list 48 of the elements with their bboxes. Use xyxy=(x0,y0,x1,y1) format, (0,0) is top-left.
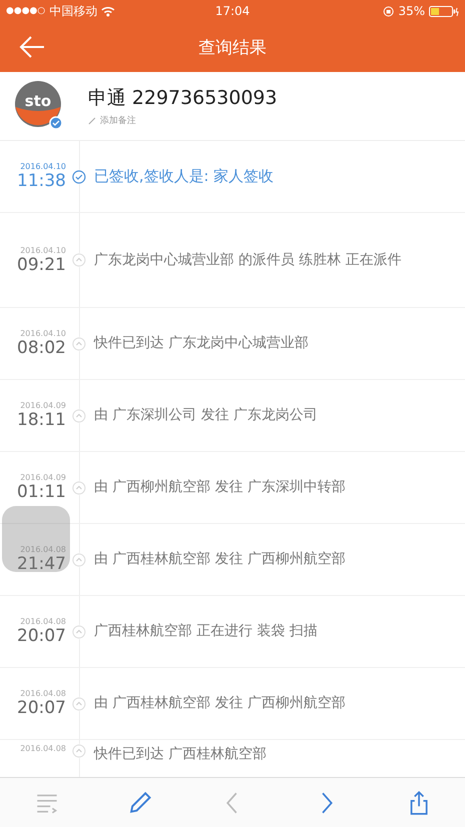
event-description: 由 广东深圳公司 发往 广东龙岗公司 xyxy=(94,406,318,425)
add-note-link[interactable]: 添加备注 xyxy=(100,114,136,127)
wifi-icon xyxy=(101,6,116,16)
event-description: 广西桂林航空部 正在进行 装袋 扫描 xyxy=(94,622,318,641)
chevron-circle-icon xyxy=(72,336,86,350)
event-time: 20:07 xyxy=(17,698,66,718)
clock: 17:04 xyxy=(215,4,250,18)
event-description: 由 广西柳州航空部 发往 广东深圳中转部 xyxy=(94,478,346,497)
check-circle-icon xyxy=(72,170,86,184)
chevron-circle-icon xyxy=(72,253,86,267)
event-time: 20:07 xyxy=(17,626,66,646)
back-button[interactable] xyxy=(18,34,46,60)
chevron-circle-icon xyxy=(72,624,86,638)
event-time: 08:02 xyxy=(17,338,66,358)
event-description: 快件已到达 广东龙岗中心城营业部 xyxy=(94,334,310,353)
chevron-circle-icon xyxy=(72,744,86,758)
tracking-title: 申通 229736530093 xyxy=(88,86,278,111)
event-description: 已签收,签收人是: 家人签收 xyxy=(94,166,275,187)
event-date: 2016.04.09 xyxy=(20,401,66,410)
event-date: 2016.04.10 xyxy=(20,329,66,338)
event-date: 2016.04.08 xyxy=(20,617,66,626)
event-date: 2016.04.08 xyxy=(20,545,66,554)
event-date: 2016.04.09 xyxy=(20,473,66,482)
screen-title: 查询结果 xyxy=(198,36,266,58)
rotation-lock-icon xyxy=(383,6,394,16)
chevron-circle-icon xyxy=(72,696,86,710)
chevron-circle-icon xyxy=(72,552,86,566)
chevron-circle-icon xyxy=(72,480,86,494)
event-date: 2016.04.08 xyxy=(20,689,66,698)
signal-strength: ●●●●○ xyxy=(6,6,46,16)
event-date: 2016.04.10 xyxy=(20,246,66,254)
event-description: 快件已到达 广西桂林航空部 xyxy=(94,745,268,764)
event-date: 2016.04.08 xyxy=(20,744,66,753)
pencil-icon xyxy=(88,116,96,124)
event-description: 由 广西桂林航空部 发往 广西柳州航空部 xyxy=(94,550,346,569)
event-date: 2016.04.10 xyxy=(20,162,66,171)
event-time: 11:38 xyxy=(17,171,66,191)
event-time: 21:47 xyxy=(17,554,66,574)
event-time: 01:11 xyxy=(17,482,66,502)
event-time: 09:21 xyxy=(17,254,66,274)
battery-icon xyxy=(429,6,459,16)
battery-percentage: 35% xyxy=(398,4,425,18)
chevron-circle-icon xyxy=(72,408,86,422)
event-time: 18:11 xyxy=(17,410,66,430)
event-description: 由 广西桂林航空部 发往 广西柳州航空部 xyxy=(94,694,346,713)
assistive-touch-icon[interactable] xyxy=(2,506,70,572)
event-description: 广东龙岗中心城营业部 的派件员 练胜林 正在派件 xyxy=(94,250,402,270)
carrier-name: 中国移动 xyxy=(49,2,98,20)
